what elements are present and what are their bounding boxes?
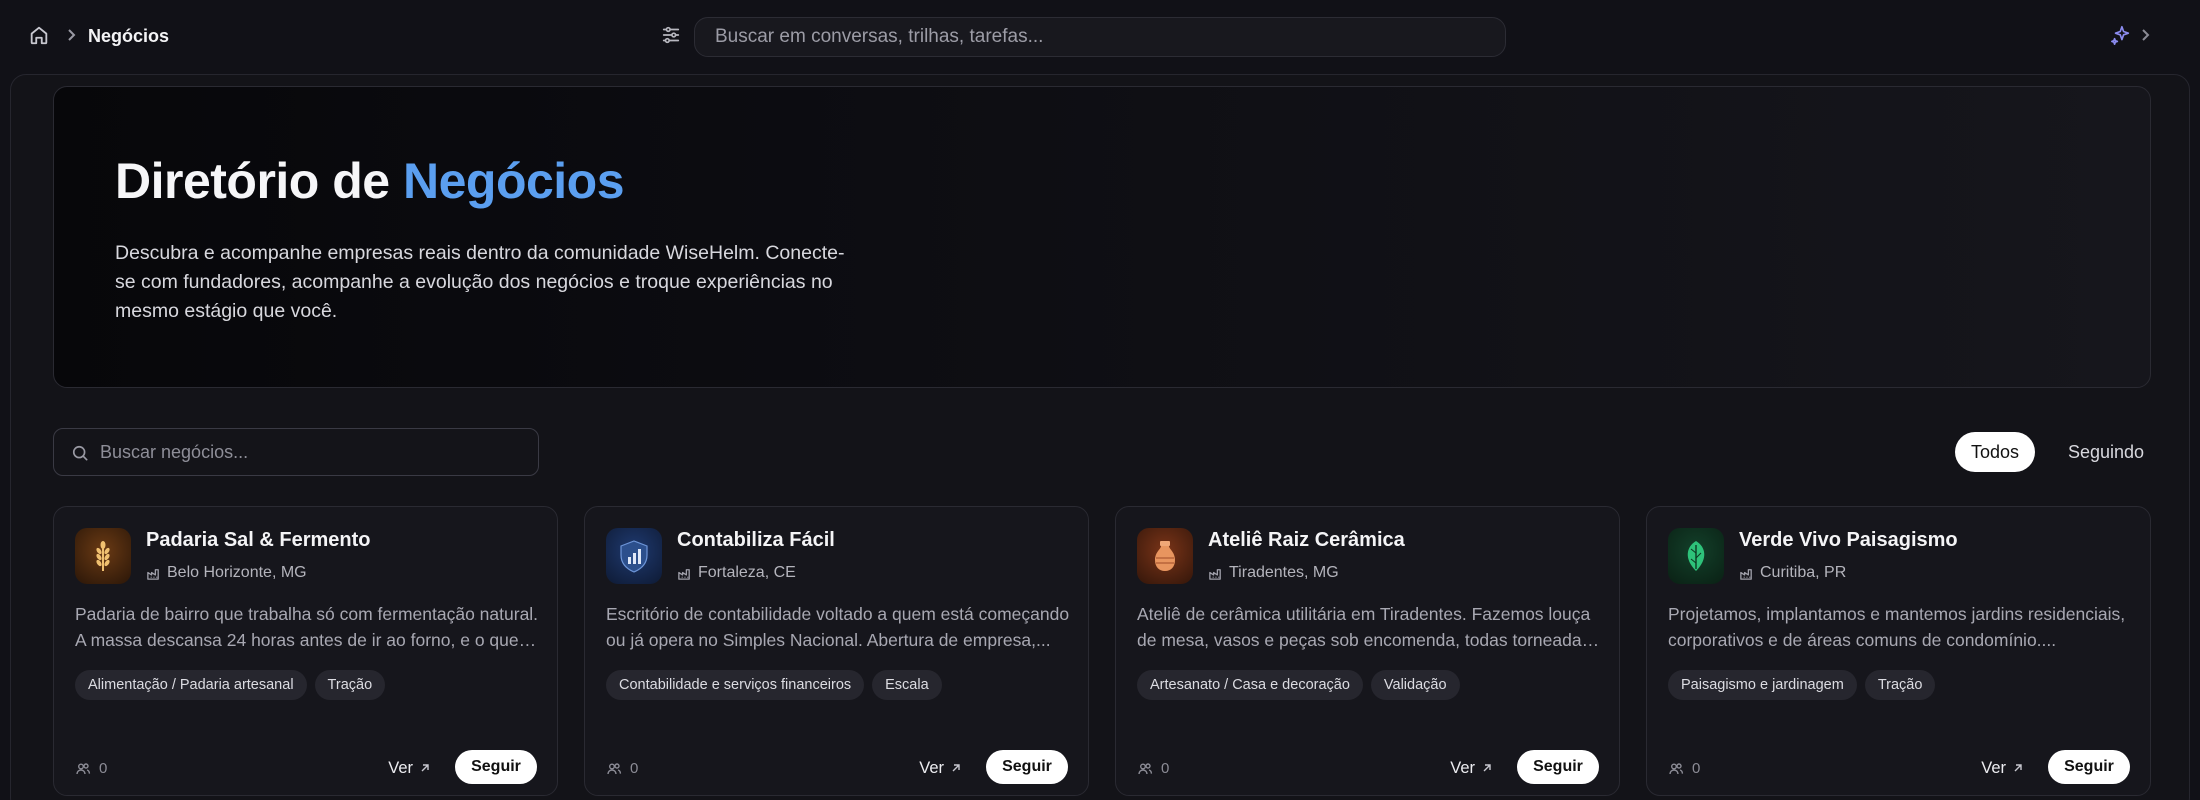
factory-icon (1209, 568, 1221, 580)
hero-banner: Diretório de Negócios Descubra e acompan… (53, 86, 2151, 388)
stage-tag: Escala (872, 670, 942, 700)
follow-button[interactable]: Seguir (455, 750, 537, 784)
tag-list: Artesanato / Casa e decoração Validação (1137, 670, 1460, 700)
users-icon (1669, 763, 1684, 775)
business-name[interactable]: Ateliê Raiz Cerâmica (1208, 527, 1405, 553)
factory-icon (147, 568, 159, 580)
chevron-right-icon[interactable] (2138, 26, 2152, 44)
business-logo (606, 528, 662, 584)
sliders-icon[interactable] (660, 24, 682, 46)
business-location: Belo Horizonte, MG (146, 563, 307, 583)
tag-list: Paisagismo e jardinagem Tração (1668, 670, 1936, 700)
home-icon[interactable] (28, 24, 50, 46)
wheat-icon (96, 541, 110, 571)
search-icon (72, 445, 88, 461)
business-description: Projetamos, implantamos e mantemos jardi… (1668, 604, 2126, 650)
arrow-up-right-icon (1483, 764, 1491, 772)
followers-count: 0 (606, 760, 638, 778)
tab-following[interactable]: Seguindo (2051, 432, 2161, 472)
business-name[interactable]: Contabiliza Fácil (677, 527, 835, 553)
business-logo (1137, 528, 1193, 584)
stage-tag: Tração (1864, 670, 1936, 700)
follow-button[interactable]: Seguir (2048, 750, 2130, 784)
business-location: Curitiba, PR (1739, 563, 1846, 583)
tag-list: Alimentação / Padaria artesanal Tração (75, 670, 386, 700)
tag-list: Contabilidade e serviços financeiros Esc… (606, 670, 942, 700)
main-panel: Diretório de Negócios Descubra e acompan… (10, 74, 2190, 800)
hero-title: Diretório de Negócios (115, 153, 625, 209)
business-card[interactable]: Ateliê Raiz Cerâmica Tiradentes, MG Atel… (1115, 506, 1620, 796)
followers-count: 0 (1668, 760, 1700, 778)
factory-icon (678, 568, 690, 580)
business-card[interactable]: Padaria Sal & Fermento Belo Horizonte, M… (53, 506, 558, 796)
view-link[interactable]: Ver (919, 752, 962, 784)
view-link[interactable]: Ver (1981, 752, 2024, 784)
followers-count: 0 (1137, 760, 1169, 778)
business-logo (75, 528, 131, 584)
stage-tag: Validação (1370, 670, 1460, 700)
view-link[interactable]: Ver (1450, 752, 1493, 784)
category-tag: Contabilidade e serviços financeiros (606, 670, 865, 700)
category-tag: Alimentação / Padaria artesanal (75, 670, 307, 700)
chevron-right-icon (68, 29, 76, 41)
business-card[interactable]: Verde Vivo Paisagismo Curitiba, PR Proje… (1646, 506, 2151, 796)
hero-description: Descubra e acompanhe empresas reais dent… (115, 242, 845, 322)
arrow-up-right-icon (2014, 764, 2022, 772)
tab-all[interactable]: Todos (1955, 432, 2035, 472)
business-search-input[interactable] (100, 429, 530, 475)
business-location: Tiradentes, MG (1208, 563, 1339, 583)
shield-chart-icon (620, 540, 648, 573)
business-description: Escritório de contabilidade voltado a qu… (606, 604, 1070, 650)
top-bar: Negócios (0, 0, 2200, 72)
category-tag: Artesanato / Casa e decoração (1137, 670, 1363, 700)
users-icon (76, 763, 91, 775)
business-card[interactable]: Contabiliza Fácil Fortaleza, CE Escritór… (584, 506, 1089, 796)
category-tag: Paisagismo e jardinagem (1668, 670, 1857, 700)
arrow-up-right-icon (421, 764, 429, 772)
leaf-icon (1687, 541, 1705, 571)
follow-button[interactable]: Seguir (986, 750, 1068, 784)
users-icon (1138, 763, 1153, 775)
follow-button[interactable]: Seguir (1517, 750, 1599, 784)
arrow-up-right-icon (952, 764, 960, 772)
business-location: Fortaleza, CE (677, 563, 796, 583)
page-title: Negócios (88, 26, 170, 46)
followers-count: 0 (75, 760, 107, 778)
global-search-input[interactable] (695, 18, 1505, 56)
business-search[interactable] (53, 428, 539, 476)
global-search[interactable] (694, 17, 1506, 57)
view-link[interactable]: Ver (388, 752, 431, 784)
business-description: Padaria de bairro que trabalha só com fe… (75, 604, 539, 650)
stage-tag: Tração (314, 670, 386, 700)
vase-icon (1155, 541, 1175, 571)
business-description: Ateliê de cerâmica utilitária em Tiraden… (1137, 604, 1591, 650)
sparkle-icon[interactable] (2110, 24, 2132, 46)
factory-icon (1740, 568, 1752, 580)
users-icon (607, 763, 622, 775)
business-logo (1668, 528, 1724, 584)
business-name[interactable]: Verde Vivo Paisagismo (1739, 527, 1958, 553)
business-name[interactable]: Padaria Sal & Fermento (146, 527, 371, 553)
